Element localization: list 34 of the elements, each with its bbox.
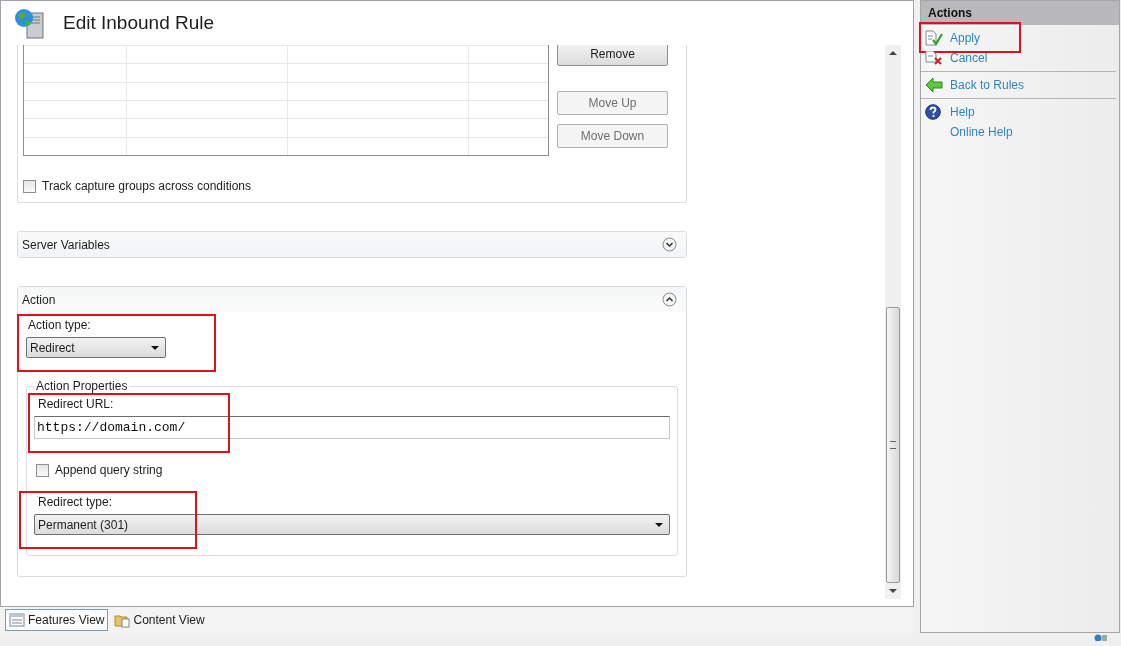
field-label: Action type:: [28, 318, 92, 332]
folder-document-icon: [114, 612, 131, 628]
panel-header: Actions: [921, 1, 1119, 25]
url-input-field[interactable]: https://domain.com/: [34, 416, 670, 439]
action-link[interactable]: Online Help: [950, 125, 1013, 139]
help-icon: [925, 104, 941, 120]
view-tab[interactable]: Content View: [110, 609, 209, 631]
checkbox-label: Track capture groups across conditions: [42, 179, 251, 193]
condition-button[interactable]: Remove: [557, 45, 668, 66]
chevron-icon[interactable]: [662, 237, 677, 252]
network-icon: [1094, 633, 1108, 641]
scrollbar[interactable]: [885, 45, 901, 599]
action-link[interactable]: Apply: [950, 31, 981, 45]
redirect-type-dropdown[interactable]: Permanent (301): [34, 514, 670, 535]
checkbox[interactable]: [36, 463, 49, 477]
left-arrow-icon: [925, 77, 943, 93]
group-title: Action Properties: [34, 379, 130, 393]
document-cross-icon: [925, 51, 943, 65]
checkbox[interactable]: [23, 179, 36, 193]
view-tab[interactable]: Features View: [5, 609, 109, 631]
action-link[interactable]: Help: [950, 105, 975, 119]
section-title: Action: [22, 292, 56, 307]
action-type-dropdown[interactable]: Redirect: [26, 337, 166, 358]
action-link[interactable]: Back to Rules: [950, 78, 1025, 92]
action-link[interactable]: Cancel: [950, 51, 988, 65]
chevron-icon[interactable]: [662, 292, 677, 307]
document-check-icon: [925, 29, 943, 47]
field-label: Redirect URL:: [38, 397, 115, 411]
checkbox-label: Append query string: [55, 463, 163, 477]
list-window-icon: [9, 612, 25, 628]
section-title: Server Variables: [22, 237, 110, 252]
window-title: Edit Inbound Rule: [63, 12, 215, 34]
field-label: Redirect type:: [38, 495, 114, 509]
globe-server-icon: [13, 7, 47, 39]
